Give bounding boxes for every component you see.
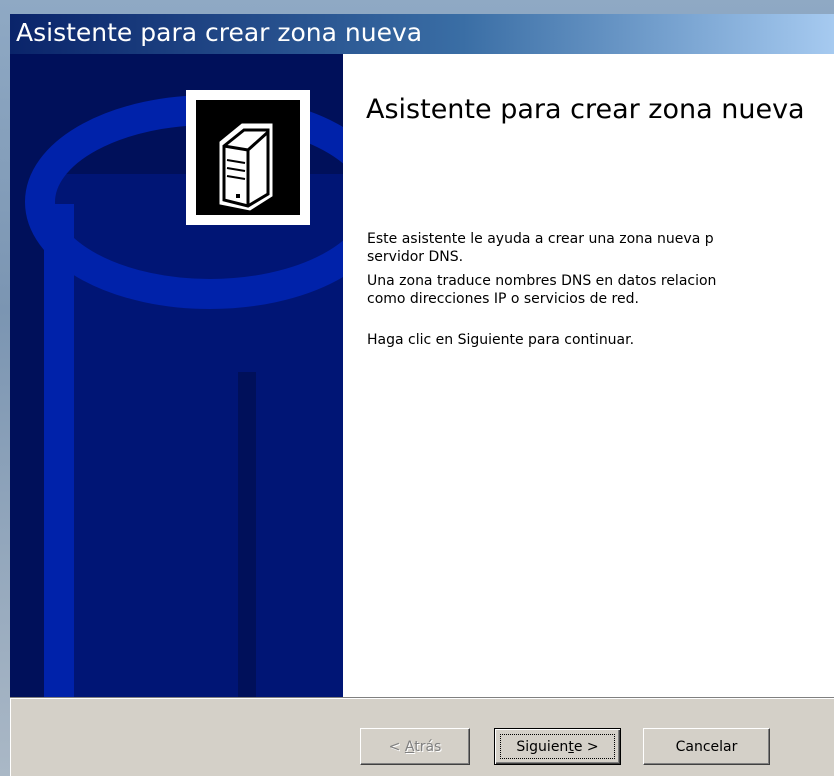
zone-explanation-line-1: Una zona traduce nombres DNS en datos re… xyxy=(367,273,717,289)
back-button-rest: trás xyxy=(414,739,442,755)
back-button-prefix: < xyxy=(388,739,405,755)
database-cylinder-graphic xyxy=(25,90,343,697)
next-button-rest: e > xyxy=(573,739,599,755)
back-button[interactable]: < Atrás xyxy=(360,728,470,765)
server-icon xyxy=(186,90,310,225)
wizard-window: Asistente para crear zona nueva Asistent… xyxy=(10,14,834,776)
next-button-prefix: Siguien xyxy=(516,739,569,755)
title-bar[interactable]: Asistente para crear zona nueva xyxy=(10,14,834,54)
side-panel xyxy=(10,54,343,697)
zone-explanation-line-2: como direcciones IP o servicios de red. xyxy=(367,291,639,307)
description-line-2: servidor DNS. xyxy=(367,249,464,265)
button-separator-highlight xyxy=(10,698,834,699)
next-button[interactable]: Siguiente > xyxy=(494,728,621,765)
wizard-description: Este asistente le ayuda a crear una zona… xyxy=(367,230,834,266)
continue-instruction: Haga clic en Siguiente para continuar. xyxy=(367,332,635,348)
wizard-content: Asistente para crear zona nueva Este asi… xyxy=(343,54,834,697)
description-line-1: Este asistente le ayuda a crear una zona… xyxy=(367,231,714,247)
back-button-access-key: A xyxy=(404,739,415,755)
wizard-heading: Asistente para crear zona nueva xyxy=(366,94,805,125)
cancel-button[interactable]: Cancelar xyxy=(643,728,770,765)
zone-explanation: Una zona traduce nombres DNS en datos re… xyxy=(367,272,834,308)
next-button-focus-rect: Siguiente > xyxy=(500,734,615,759)
window-title: Asistente para crear zona nueva xyxy=(16,18,423,47)
